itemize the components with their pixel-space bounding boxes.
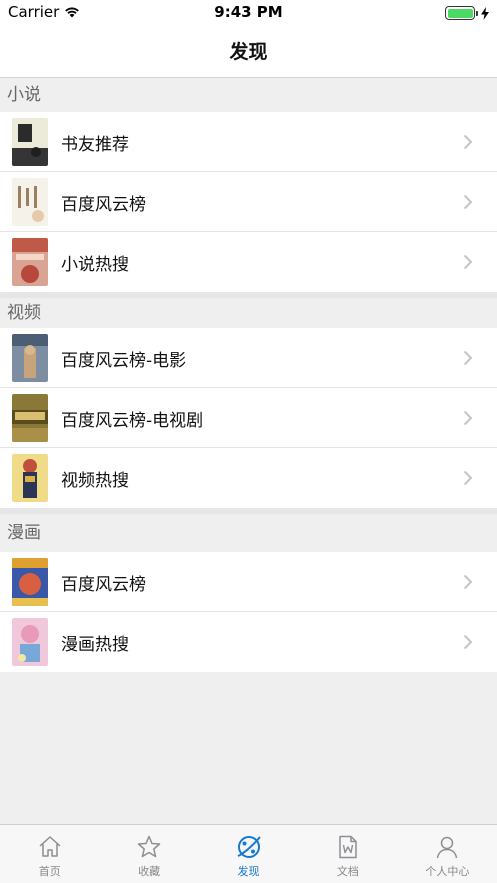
list-item-label: 百度风云榜 xyxy=(61,195,146,215)
home-icon xyxy=(39,836,61,857)
list-item-label: 漫画热搜 xyxy=(61,635,129,655)
list-item-novel-rank[interactable]: 百度风云榜 xyxy=(0,172,497,232)
status-time: 9:43 PM xyxy=(214,3,283,21)
battery-indicator xyxy=(445,6,489,20)
document-icon xyxy=(339,835,357,859)
video-poster-thumbnail xyxy=(12,454,48,502)
discover-icon xyxy=(237,836,261,858)
person-icon xyxy=(437,836,458,859)
chevron-right-icon xyxy=(463,194,473,210)
book-cover-thumbnail xyxy=(12,238,48,286)
chevron-right-icon xyxy=(463,254,473,270)
list-item-comic-rank[interactable]: 百度风云榜 xyxy=(0,552,497,612)
chevron-right-icon xyxy=(463,634,473,650)
book-cover-thumbnail xyxy=(12,178,48,226)
battery-icon xyxy=(445,6,475,20)
tab-bar: 首页 收藏 发现 文档 个人中心 xyxy=(0,824,497,883)
tab-label: 发现 xyxy=(237,865,260,878)
tab-profile[interactable]: 个人中心 xyxy=(398,825,497,883)
list-item-label: 百度风云榜-电影 xyxy=(61,351,187,371)
list-item-label: 百度风云榜-电视剧 xyxy=(61,411,204,431)
section-header-video: 视频 xyxy=(0,298,497,328)
list-item-video-tv-rank[interactable]: 百度风云榜-电视剧 xyxy=(0,388,497,448)
tab-home[interactable]: 首页 xyxy=(0,825,99,883)
list-item-novel-hot-search[interactable]: 小说热搜 xyxy=(0,232,497,292)
tab-label: 收藏 xyxy=(138,865,161,878)
section-header-novel: 小说 xyxy=(0,78,497,112)
star-icon xyxy=(137,835,161,858)
tab-favorites[interactable]: 收藏 xyxy=(99,825,198,883)
comic-cover-thumbnail xyxy=(12,558,48,606)
comic-cover-thumbnail xyxy=(12,618,48,666)
tab-label: 文档 xyxy=(336,865,359,878)
movie-poster-thumbnail xyxy=(12,334,48,382)
navigation-bar: 发现 xyxy=(0,28,497,78)
chevron-right-icon xyxy=(463,134,473,150)
chevron-right-icon xyxy=(463,574,473,590)
discover-list: 小说 书友推荐 百度风云榜 小说热搜 视频 百度风云榜-电影 百度风云榜-电视剧 xyxy=(0,78,497,672)
list-item-label: 视频热搜 xyxy=(61,471,129,491)
tab-label: 首页 xyxy=(38,865,61,878)
status-bar: Carrier 9:43 PM xyxy=(0,0,497,28)
section-header-comic: 漫画 xyxy=(0,514,497,552)
list-item-label: 小说热搜 xyxy=(61,255,129,275)
chevron-right-icon xyxy=(463,350,473,366)
list-item-label: 百度风云榜 xyxy=(61,575,146,595)
book-cover-thumbnail xyxy=(12,118,48,166)
tab-label: 个人中心 xyxy=(425,865,470,878)
chevron-right-icon xyxy=(463,410,473,426)
list-item-comic-hot-search[interactable]: 漫画热搜 xyxy=(0,612,497,672)
list-item-novel-recommend[interactable]: 书友推荐 xyxy=(0,112,497,172)
tv-poster-thumbnail xyxy=(12,394,48,442)
list-item-video-hot-search[interactable]: 视频热搜 xyxy=(0,448,497,508)
charging-bolt-icon xyxy=(481,6,489,20)
tab-discover[interactable]: 发现 xyxy=(199,825,298,883)
list-item-label: 书友推荐 xyxy=(61,135,129,155)
list-item-video-movie-rank[interactable]: 百度风云榜-电影 xyxy=(0,328,497,388)
chevron-right-icon xyxy=(463,470,473,486)
tab-documents[interactable]: 文档 xyxy=(298,825,397,883)
page-title: 发现 xyxy=(229,41,268,63)
